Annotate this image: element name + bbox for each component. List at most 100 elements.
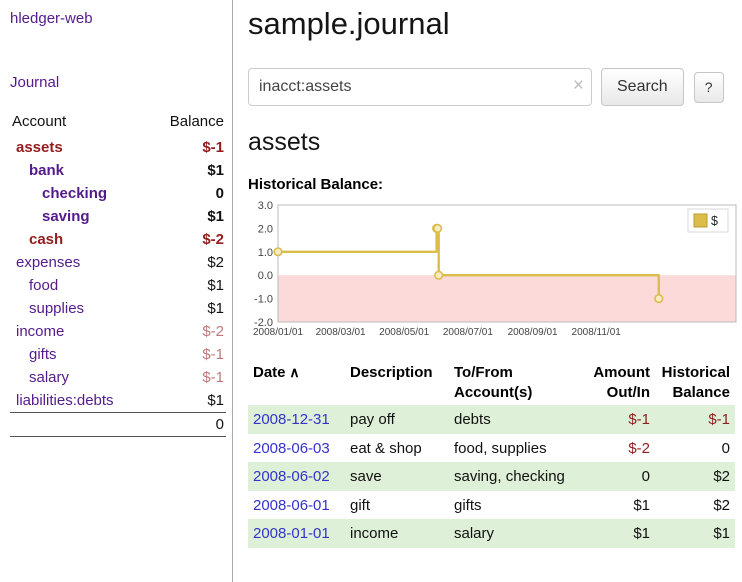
register-date-link[interactable]: 2008-01-01 [253, 525, 330, 542]
sidebar-account-balance: $2 [149, 251, 226, 274]
help-button[interactable]: ? [694, 72, 724, 103]
sidebar-account-link[interactable]: checking [42, 185, 107, 202]
x-axis-label: 2008/11/01 [572, 327, 622, 338]
accounts-total-spacer [10, 413, 149, 437]
sidebar-account-balance: $1 [149, 159, 226, 182]
register-amount-cell: 0 [578, 462, 655, 491]
register-date-link[interactable]: 2008-06-02 [253, 468, 330, 485]
register-date-link[interactable]: 2008-06-01 [253, 497, 330, 514]
accounts-header-row: Account Balance [10, 110, 226, 136]
register-accounts-cell: gifts [449, 491, 578, 520]
register-row: 2008-06-03eat & shopfood, supplies$-20 [248, 434, 735, 463]
account-row: checking 0 [10, 182, 226, 205]
account-row: expenses $2 [10, 251, 226, 274]
register-date-cell: 2008-01-01 [248, 519, 345, 548]
account-row: salary $-1 [10, 366, 226, 389]
nav-journal-link[interactable]: Journal [10, 74, 59, 91]
register-description-cell: pay off [345, 405, 449, 434]
x-axis-label: 2008/01/01 [253, 327, 303, 338]
register-balance-cell: $2 [655, 491, 735, 520]
sidebar-account-balance: $-2 [149, 320, 226, 343]
sidebar-account-link[interactable]: food [29, 277, 58, 294]
sidebar-account-balance: 0 [149, 182, 226, 205]
register-table: Date ∧DescriptionTo/FromAccount(s)Amount… [248, 360, 735, 548]
sidebar-account-balance: $-1 [149, 136, 226, 159]
register-description-cell: eat & shop [345, 434, 449, 463]
register-amount-cell: $1 [578, 491, 655, 520]
sidebar-account-link[interactable]: assets [16, 139, 63, 156]
sidebar-account-link[interactable]: liabilities:debts [16, 392, 114, 409]
app-window: hledger-web Journal Account Balance asse… [0, 0, 742, 582]
sort-asc-icon: ∧ [286, 364, 300, 380]
register-row: 2008-01-01incomesalary$1$1 [248, 519, 735, 548]
register-row: 2008-06-01giftgifts$1$2 [248, 491, 735, 520]
account-row: bank $1 [10, 159, 226, 182]
x-axis-label: 2008/05/01 [379, 327, 429, 338]
legend-label: $ [711, 214, 718, 228]
clear-search-icon[interactable]: × [573, 76, 584, 96]
y-axis-label: 3.0 [258, 200, 273, 212]
register-balance-cell: 0 [655, 434, 735, 463]
balance-chart-svg: 3.02.01.00.0-1.0-2.02008/01/012008/03/01… [248, 200, 740, 340]
app-title-link[interactable]: hledger-web [10, 10, 93, 27]
y-axis-label: 1.0 [258, 247, 273, 259]
chart-point-marker [435, 271, 443, 279]
accounts-header-account: Account [10, 110, 149, 136]
chart-legend: $ [688, 209, 728, 232]
register-date-cell: 2008-12-31 [248, 405, 345, 434]
x-axis-label: 2008/03/01 [316, 327, 366, 338]
account-row: assets $-1 [10, 136, 226, 159]
sidebar-account-link[interactable]: bank [29, 162, 64, 179]
register-header-tofrom: To/FromAccount(s) [449, 360, 578, 405]
y-axis-label: -1.0 [254, 294, 273, 306]
register-balance-cell: $-1 [655, 405, 735, 434]
register-header-description: Description [345, 360, 449, 405]
y-axis-label: 2.0 [258, 223, 273, 235]
register-description-cell: save [345, 462, 449, 491]
balance-chart: 3.02.01.00.0-1.0-2.02008/01/012008/03/01… [248, 200, 740, 340]
sidebar-account-link[interactable]: saving [42, 208, 90, 225]
register-date-cell: 2008-06-03 [248, 434, 345, 463]
x-axis-label: 2008/09/01 [508, 327, 558, 338]
sidebar: hledger-web Journal Account Balance asse… [0, 0, 233, 582]
sidebar-account-balance: $-1 [149, 366, 226, 389]
register-header-date[interactable]: Date ∧ [248, 360, 345, 405]
page-title: sample.journal [248, 6, 740, 42]
x-axis-label: 2008/07/01 [443, 327, 493, 338]
search-bar: × Search ? [248, 68, 740, 106]
register-date-cell: 2008-06-02 [248, 462, 345, 491]
chart-negative-region [279, 275, 736, 321]
register-amount-cell: $1 [578, 519, 655, 548]
sidebar-account-link[interactable]: income [16, 323, 64, 340]
register-row: 2008-06-02savesaving, checking0$2 [248, 462, 735, 491]
account-row: cash $-2 [10, 228, 226, 251]
sidebar-account-link[interactable]: supplies [29, 300, 84, 317]
register-header-amount: AmountOut/In [578, 360, 655, 405]
account-row: income $-2 [10, 320, 226, 343]
search-button[interactable]: Search [601, 68, 684, 106]
sidebar-account-link[interactable]: cash [29, 231, 63, 248]
sidebar-account-link[interactable]: salary [29, 369, 69, 386]
register-accounts-cell: saving, checking [449, 462, 578, 491]
sidebar-account-link[interactable]: expenses [16, 254, 80, 271]
register-date-link[interactable]: 2008-06-03 [253, 440, 330, 457]
sidebar-account-balance: $-2 [149, 228, 226, 251]
account-row: saving $1 [10, 205, 226, 228]
account-heading: assets [248, 128, 740, 157]
sidebar-account-link[interactable]: gifts [29, 346, 57, 363]
register-accounts-cell: salary [449, 519, 578, 548]
sidebar-account-balance: $1 [149, 205, 226, 228]
legend-swatch [694, 214, 707, 227]
register-accounts-cell: food, supplies [449, 434, 578, 463]
accounts-total-value: 0 [149, 413, 226, 437]
account-row: liabilities:debts$1 [10, 389, 226, 413]
sidebar-account-balance: $1 [149, 274, 226, 297]
register-date-link[interactable]: 2008-12-31 [253, 411, 330, 428]
register-header-historical: HistoricalBalance [655, 360, 735, 405]
chart-point-marker [434, 225, 442, 233]
register-description-cell: income [345, 519, 449, 548]
accounts-header-balance: Balance [149, 110, 226, 136]
accounts-total-row: 0 [10, 413, 226, 437]
register-amount-cell: $-1 [578, 405, 655, 434]
search-input[interactable] [248, 68, 592, 106]
